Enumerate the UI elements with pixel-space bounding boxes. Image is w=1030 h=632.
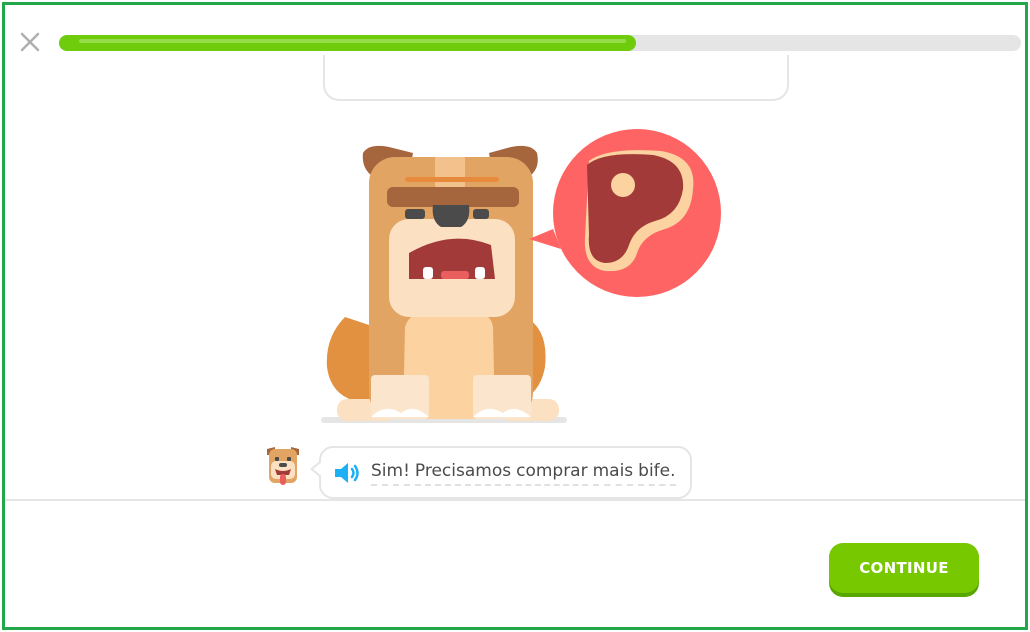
- lesson-window: Sim! Precisamos comprar mais bife. CONTI…: [2, 2, 1028, 630]
- dog-avatar: [267, 447, 299, 485]
- bulldog-illustration: [321, 129, 721, 423]
- word-token[interactable]: Sim!: [371, 460, 410, 486]
- close-button[interactable]: [17, 29, 43, 55]
- word-token[interactable]: mais: [592, 460, 634, 486]
- continue-button[interactable]: CONTINUE: [829, 543, 979, 593]
- word-token[interactable]: Precisamos: [414, 460, 512, 486]
- footer-divider: [5, 499, 1025, 501]
- progress-bar: [59, 35, 1021, 51]
- previous-speech-bubble: [323, 55, 789, 101]
- word-token[interactable]: comprar: [516, 460, 588, 486]
- speaker-icon[interactable]: [333, 461, 363, 485]
- progress-fill: [59, 35, 637, 51]
- word-token[interactable]: bife.: [638, 460, 676, 486]
- close-icon: [20, 32, 40, 52]
- speech-bubble: Sim! Precisamos comprar mais bife.: [310, 446, 692, 499]
- progress-highlight: [79, 39, 627, 43]
- sentence: Sim! Precisamos comprar mais bife.: [371, 460, 676, 486]
